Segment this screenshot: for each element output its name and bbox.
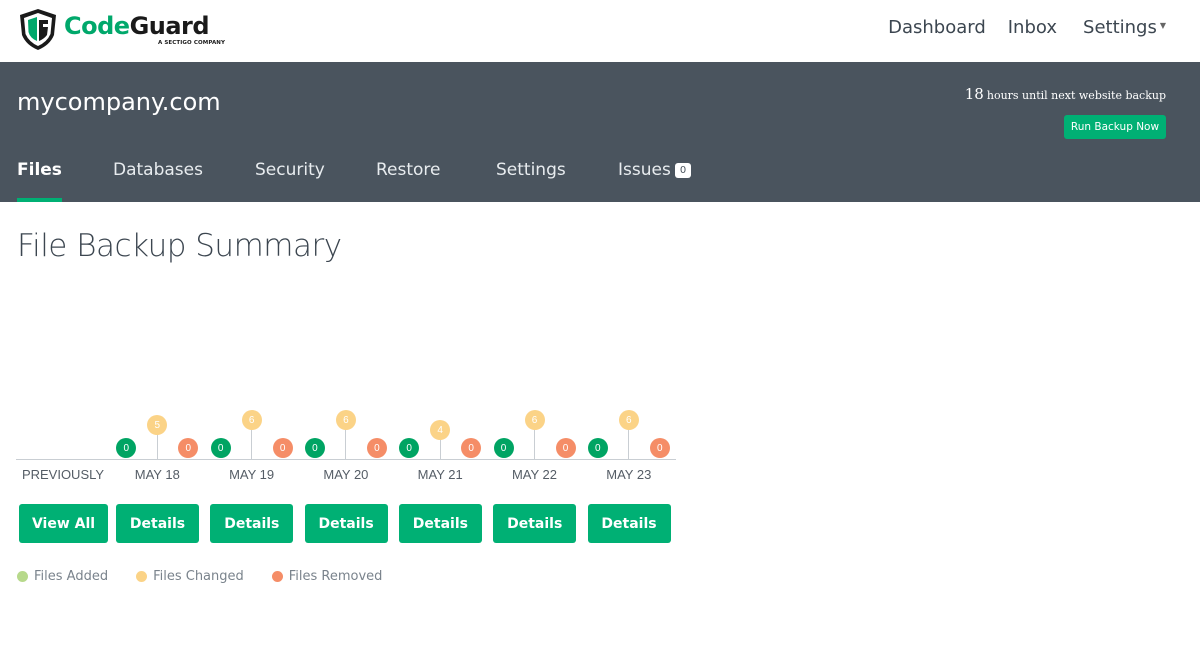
tab-files-label: Files xyxy=(17,160,62,180)
shield-logo-icon xyxy=(20,9,56,50)
legend-added-label: Files Added xyxy=(34,569,109,584)
details-button[interactable]: Details xyxy=(304,504,388,543)
view-all-button[interactable]: View All xyxy=(19,504,108,543)
legend-removed-dot-icon xyxy=(271,571,283,582)
tab-settings[interactable]: Settings xyxy=(496,160,566,202)
legend-files-changed: Files Changed xyxy=(136,569,244,584)
nav-settings-label: Settings xyxy=(1083,17,1157,38)
files-changed-point[interactable]: 6 xyxy=(618,410,639,430)
caret-down-icon: ▼ xyxy=(1159,21,1166,30)
issues-count-badge: 0 xyxy=(674,163,692,178)
files-removed-point[interactable]: 0 xyxy=(272,438,293,458)
nav-settings-dropdown[interactable]: Settings ▼ xyxy=(1083,17,1166,38)
logo-tagline: A SECTIGO COMPANY xyxy=(158,40,226,46)
file-backup-chart: PREVIOUSLY MAY 18 5 0 0 MAY 19 6 0 0 MAY 20 6 0 0 MAY… xyxy=(16,300,678,500)
legend-removed-label: Files Removed xyxy=(288,569,383,584)
run-backup-now-button[interactable]: Run Backup Now xyxy=(1064,115,1166,139)
logo-wordmark: CodeGuard xyxy=(64,12,210,40)
x-axis-label: MAY 20 xyxy=(323,467,369,482)
tab-restore-label: Restore xyxy=(376,160,441,180)
legend-files-removed: Files Removed xyxy=(271,569,383,584)
x-axis-label: MAY 21 xyxy=(417,467,463,482)
files-changed-point[interactable]: 6 xyxy=(335,410,356,430)
legend-added-dot-icon xyxy=(17,571,28,582)
chart-legend: Files Added Files Changed Files Removed xyxy=(17,569,410,584)
details-button[interactable]: Details xyxy=(116,504,199,543)
x-axis-label: MAY 18 xyxy=(134,467,180,482)
codeguard-logo[interactable]: CodeGuard A SECTIGO COMPANY xyxy=(16,7,226,53)
tab-security[interactable]: Security xyxy=(255,160,325,202)
nav-dashboard-label: Dashboard xyxy=(888,17,986,38)
top-bar: CodeGuard A SECTIGO COMPANY Dashboard In… xyxy=(0,0,1200,62)
files-changed-point[interactable]: 4 xyxy=(430,420,451,440)
x-axis-label: MAY 19 xyxy=(229,467,275,482)
site-name: mycompany.com xyxy=(17,88,221,116)
next-backup-text: hours until next website backup xyxy=(986,89,1166,102)
files-added-point[interactable]: 0 xyxy=(493,438,514,458)
details-button[interactable]: Details xyxy=(210,504,294,543)
x-axis-label: PREVIOUSLY xyxy=(21,467,105,482)
x-axis-label: MAY 22 xyxy=(511,467,558,482)
nav-inbox-label: Inbox xyxy=(1007,17,1058,38)
details-button[interactable]: Details xyxy=(587,504,671,543)
files-changed-point[interactable]: 6 xyxy=(524,410,545,430)
tab-security-label: Security xyxy=(255,160,325,180)
logo-guard: Guard xyxy=(129,12,210,40)
legend-changed-dot-icon xyxy=(136,571,148,582)
hours-count: 18 xyxy=(964,85,984,103)
tab-databases[interactable]: Databases xyxy=(113,160,203,202)
tab-databases-label: Databases xyxy=(113,160,203,180)
chart-axis-line xyxy=(16,459,676,460)
files-removed-point[interactable]: 0 xyxy=(555,438,576,458)
files-removed-point[interactable]: 0 xyxy=(178,438,199,458)
tab-restore[interactable]: Restore xyxy=(376,160,441,202)
nav-inbox[interactable]: Inbox xyxy=(1008,17,1057,38)
files-changed-point[interactable]: 6 xyxy=(241,410,262,430)
files-added-point[interactable]: 0 xyxy=(399,438,420,458)
files-added-point[interactable]: 0 xyxy=(116,438,137,458)
next-backup-info: 18 hours until next website backup xyxy=(965,85,1166,103)
page-title: File Backup Summary xyxy=(17,228,342,264)
legend-files-added: Files Added xyxy=(17,569,108,584)
logo-code: Code xyxy=(64,12,130,40)
details-button[interactable]: Details xyxy=(398,504,482,543)
legend-changed-label: Files Changed xyxy=(153,569,244,584)
files-added-point[interactable]: 0 xyxy=(304,438,325,458)
files-added-point[interactable]: 0 xyxy=(587,438,608,458)
tab-issues-label: Issues xyxy=(618,160,671,180)
files-removed-point[interactable]: 0 xyxy=(649,438,670,458)
files-added-point[interactable]: 0 xyxy=(210,438,231,458)
tab-issues[interactable]: Issues 0 xyxy=(618,160,692,202)
files-removed-point[interactable]: 0 xyxy=(461,438,482,458)
x-axis-label: MAY 23 xyxy=(606,467,652,482)
files-removed-point[interactable]: 0 xyxy=(366,438,387,458)
site-header: mycompany.com 18 hours until next website… xyxy=(0,62,1200,202)
details-button[interactable]: Details xyxy=(493,504,577,543)
top-navigation: Dashboard Inbox Settings ▼ xyxy=(888,17,1166,38)
tab-settings-label: Settings xyxy=(496,160,566,180)
nav-dashboard[interactable]: Dashboard xyxy=(888,17,986,38)
tab-files[interactable]: Files xyxy=(17,160,62,202)
files-changed-point[interactable]: 5 xyxy=(147,415,168,435)
